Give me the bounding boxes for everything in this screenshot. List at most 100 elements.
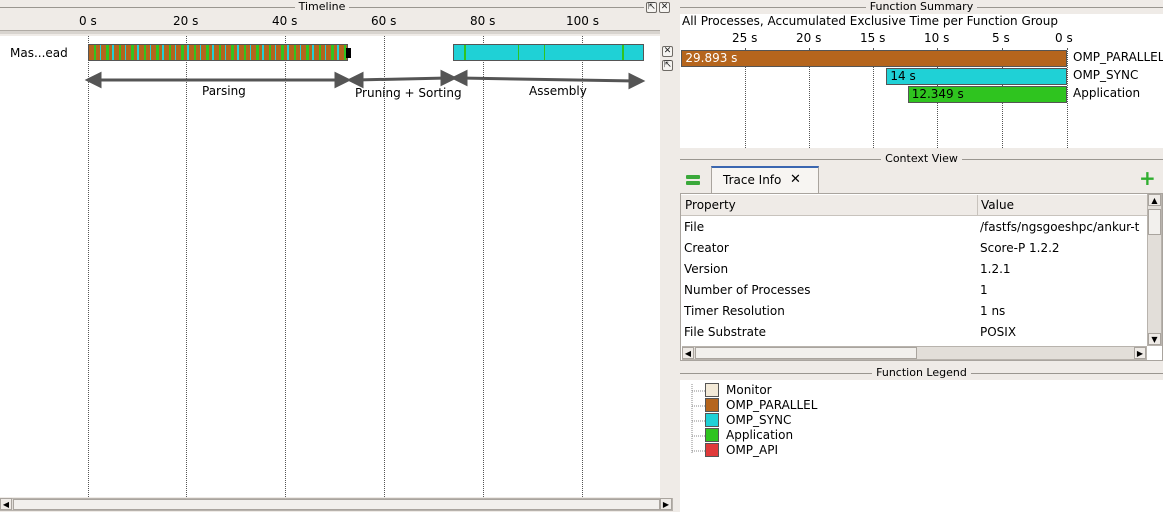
table-row[interactable]: File Substrate POSIX [681, 322, 1146, 343]
trace-bar-parsing[interactable] [88, 44, 348, 61]
cell-property: Creator [684, 241, 729, 255]
table-hscrollbar[interactable]: ◀ ▶ [682, 346, 1147, 360]
column-header-property[interactable]: Property [685, 198, 736, 212]
legend-swatch [705, 428, 719, 442]
tab-label: Trace Info [723, 173, 782, 187]
summary-bar-omp-sync[interactable]: 14 s [886, 68, 1067, 85]
cell-value: 1 ns [980, 304, 1006, 318]
cell-value: Score-P 1.2.2 [980, 241, 1060, 255]
timeline-tick-20: 20 s [173, 14, 199, 28]
timeline-title: Timeline [294, 0, 350, 13]
cell-property: Timer Resolution [684, 304, 785, 318]
trace-bar-assembly[interactable] [453, 44, 644, 61]
cell-value: 1.2.1 [980, 262, 1011, 276]
summary-close-button[interactable]: ✕ [662, 46, 673, 57]
phase-label-parsing: Parsing [202, 84, 246, 98]
scroll-right-arrow-icon[interactable]: ▶ [660, 498, 672, 510]
hscroll-right-arrow-icon[interactable]: ▶ [1134, 347, 1146, 359]
timeline-tick-80: 80 s [470, 14, 496, 28]
main-splitter[interactable] [664, 40, 674, 498]
table-header: Property Value [681, 195, 1147, 216]
context-menu-icon[interactable] [684, 172, 702, 188]
timeline-splitter[interactable] [0, 30, 660, 34]
function-legend-list: Monitor OMP_PARALLEL OMP_SYNC Application OM… [680, 380, 1163, 512]
cell-property: File [684, 220, 705, 234]
gridline [1067, 48, 1068, 148]
summary-tick-5: 5 s [992, 31, 1010, 45]
close-tab-icon[interactable]: ✕ [790, 172, 801, 187]
column-header-value[interactable]: Value [981, 198, 1014, 212]
legend-label: OMP_API [726, 443, 779, 457]
timeline-canvas[interactable]: Mas...ead Parsing Pruning + Sorting Asse… [0, 36, 660, 497]
summary-tick-25: 25 s [732, 31, 758, 45]
legend-swatch [705, 443, 719, 457]
function-legend-title-bar: Function Legend [680, 366, 1163, 380]
summary-tick-15: 15 s [860, 31, 886, 45]
table-row[interactable]: Number of Processes 1 [681, 280, 1146, 301]
legend-swatch [705, 383, 719, 397]
summary-bar-value: 29.893 s [685, 51, 738, 65]
scroll-down-arrow-icon[interactable]: ▼ [1148, 333, 1161, 345]
summary-tick-0: 0 s [1055, 31, 1073, 45]
phase-label-pruning: Pruning + Sorting [355, 86, 462, 100]
trace-info-table: Property Value File /fastfs/ngsgoeshpc/a… [680, 193, 1163, 361]
cell-value: /fastfs/ngsgoeshpc/ankur-t [980, 220, 1140, 234]
cell-property: File Substrate [684, 325, 767, 339]
trace-event [464, 45, 466, 60]
summary-bar-application[interactable]: 12.349 s [907, 86, 1067, 103]
legend-swatch [705, 413, 719, 427]
summary-row-name: OMP_PARALLEL [1073, 50, 1163, 64]
legend-swatch [705, 398, 719, 412]
table-row[interactable]: Version 1.2.1 [681, 259, 1146, 280]
cell-property: Version [684, 262, 729, 276]
trace-marker [346, 48, 351, 58]
timeline-tick-40: 40 s [272, 14, 298, 28]
function-summary-canvas[interactable]: All Processes, Accumulated Exclusive Tim… [680, 14, 1163, 148]
trace-event [544, 45, 545, 60]
summary-bar-omp-parallel[interactable]: 29.893 s [681, 50, 1067, 67]
add-tab-icon[interactable]: + [1139, 168, 1156, 188]
function-legend-title: Function Legend [872, 366, 971, 379]
summary-bar-value: 14 s [890, 69, 916, 83]
cell-property: Number of Processes [684, 283, 811, 297]
timeline-close-button[interactable]: ✕ [659, 2, 670, 13]
table-vscrollbar[interactable]: ▲ ▼ [1147, 194, 1162, 346]
tab-trace-info[interactable]: Trace Info ✕ [711, 166, 819, 193]
scroll-left-arrow-icon[interactable]: ◀ [0, 498, 12, 510]
legend-label: Application [726, 428, 794, 442]
vscroll-thumb[interactable] [1148, 209, 1161, 235]
hscroll-left-arrow-icon[interactable]: ◀ [682, 347, 694, 359]
function-summary-subtitle: All Processes, Accumulated Exclusive Tim… [682, 14, 1058, 28]
scroll-up-arrow-icon[interactable]: ▲ [1148, 194, 1161, 206]
timeline-tick-0: 0 s [79, 14, 97, 28]
hscroll-thumb[interactable] [695, 347, 917, 359]
cell-value: POSIX [980, 325, 1017, 339]
phase-label-assembly: Assembly [529, 84, 587, 98]
function-summary-title: Function Summary [865, 0, 978, 13]
context-view-title: Context View [881, 152, 962, 165]
timeline-float-button[interactable]: ⇱ [646, 2, 657, 13]
function-summary-title-bar: Function Summary [680, 0, 1163, 14]
legend-label: Monitor [726, 383, 772, 397]
table-row[interactable]: File /fastfs/ngsgoeshpc/ankur-t [681, 217, 1146, 238]
trace-event [622, 45, 624, 60]
trace-event [518, 45, 519, 60]
timeline-hscrollbar[interactable]: ◀ ▶ [0, 498, 673, 511]
summary-bar-value: 12.349 s [911, 87, 964, 101]
scroll-thumb[interactable] [13, 499, 660, 510]
cell-value: 1 [980, 283, 988, 297]
table-row[interactable]: Timer Resolution 1 ns [681, 301, 1146, 322]
process-label: Mas...ead [10, 46, 68, 60]
summary-float-button[interactable]: ⇱ [662, 60, 673, 71]
legend-label: OMP_SYNC [726, 413, 792, 427]
table-row[interactable]: Creator Score-P 1.2.2 [681, 238, 1146, 259]
context-view-title-bar: Context View [680, 152, 1163, 166]
summary-tick-20: 20 s [796, 31, 822, 45]
summary-row-name: Application [1073, 86, 1141, 100]
summary-row-name: OMP_SYNC [1073, 68, 1139, 82]
summary-tick-10: 10 s [924, 31, 950, 45]
timeline-tick-60: 60 s [371, 14, 397, 28]
timeline-tick-100: 100 s [566, 14, 599, 28]
legend-label: OMP_PARALLEL [726, 398, 818, 412]
timeline-title-bar: Timeline [0, 0, 644, 14]
